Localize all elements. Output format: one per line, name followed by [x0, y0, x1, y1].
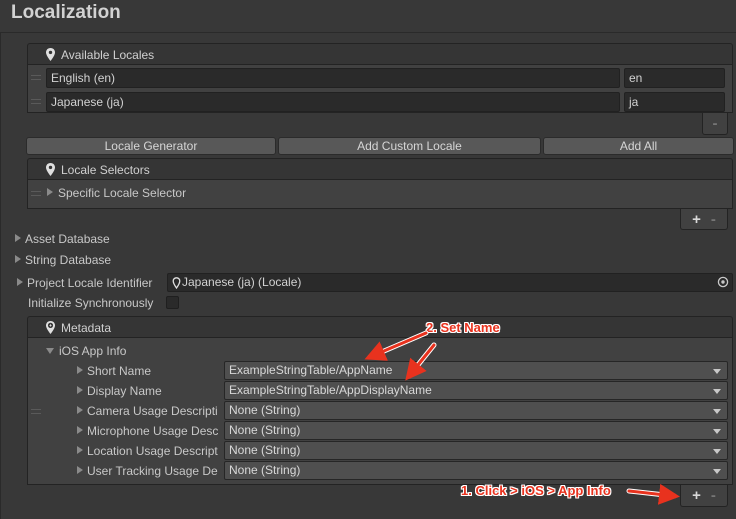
- arrow-to-short-name: [364, 331, 428, 361]
- arrow-to-display-name: [405, 343, 436, 381]
- annotation-arrows: [364, 330, 680, 505]
